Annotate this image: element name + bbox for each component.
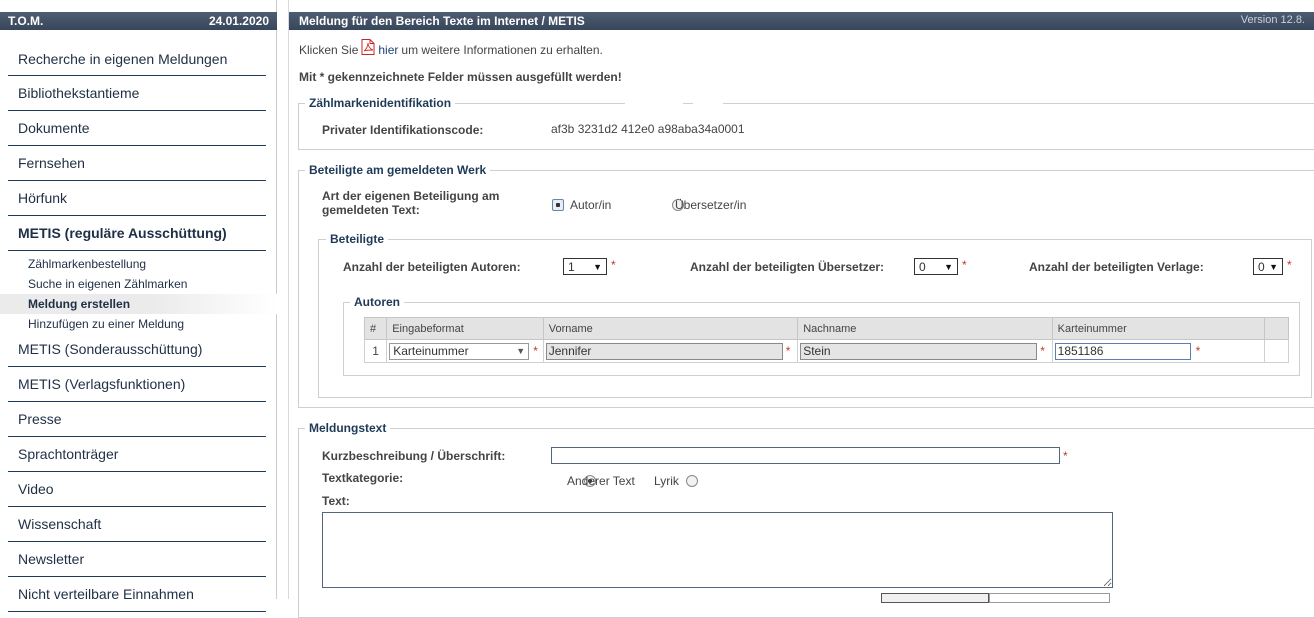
translators-count-select[interactable]: 0 ▼ bbox=[914, 258, 958, 275]
beteiligte-legend: Beteiligte bbox=[326, 232, 389, 246]
authors-legend: Autoren bbox=[350, 295, 404, 309]
info-line: Klicken Sie hier um weitere Informatione… bbox=[299, 39, 603, 58]
nav-item-newsletter[interactable]: Newsletter bbox=[8, 542, 266, 577]
required-note: Mit * gekennzeichnete Felder müssen ausg… bbox=[299, 70, 622, 84]
nav-item-nicht-verteilbar[interactable]: Nicht verteilbare Einnahmen bbox=[8, 577, 266, 612]
page-title: Meldung für den Bereich Texte im Interne… bbox=[299, 14, 585, 28]
info-link[interactable]: hier bbox=[378, 43, 398, 57]
required-mark: * bbox=[533, 344, 538, 358]
column-header-number: # bbox=[363, 317, 388, 340]
required-mark: * bbox=[1040, 344, 1045, 358]
publishers-count-label: Anzahl der beteiligten Verlage: bbox=[1029, 260, 1204, 274]
last-name-cell: Stein * bbox=[797, 339, 1053, 363]
nav-item-presse[interactable]: Presse bbox=[8, 402, 266, 437]
required-mark: * bbox=[1063, 449, 1068, 463]
nav-item-sprachtontraeger[interactable]: Sprachtonträger bbox=[8, 437, 266, 472]
format-select[interactable]: Karteinummer ▼ bbox=[389, 342, 530, 360]
nav-item-metis-verlag[interactable]: METIS (Verlagsfunktionen) bbox=[8, 367, 266, 402]
format-cell: Karteinummer ▼ * bbox=[386, 339, 544, 363]
sub-item-suche-zaehlmarken[interactable]: Suche in eigenen Zählmarken bbox=[0, 274, 277, 294]
metis-sub-navigation: Zählmarkenbestellung Suche in eigenen Zä… bbox=[0, 251, 277, 338]
identification-label: Privater Identifikationscode: bbox=[322, 123, 484, 137]
chevron-down-icon: ▼ bbox=[1269, 261, 1278, 272]
column-header-vorname: Vorname bbox=[542, 317, 799, 340]
file-name-field[interactable] bbox=[989, 593, 1110, 603]
identification-code: af3b 3231d2 412e0 a98aba34a0001 bbox=[551, 122, 745, 136]
text-category-label: Textkategorie: bbox=[322, 471, 404, 485]
chevron-down-icon: ▼ bbox=[944, 261, 953, 272]
file-number-input[interactable]: 1851186 bbox=[1054, 342, 1191, 360]
empty-cell bbox=[1263, 339, 1290, 363]
participation-question: Art der eigenen Beteiligung am gemeldete… bbox=[322, 189, 500, 217]
radio-uebersetzer-label: Übersetzer/in bbox=[675, 198, 747, 212]
nav-item-bibliothekstantieme[interactable]: Bibliothekstantieme bbox=[8, 76, 266, 111]
nav-item-dokumente[interactable]: Dokumente bbox=[8, 111, 266, 146]
table-row: 1 Karteinummer ▼ * Jennifer * Stein * 18… bbox=[363, 339, 1290, 363]
required-mark: * bbox=[962, 258, 967, 272]
participants-legend: Beteiligte am gemeldeten Werk bbox=[305, 163, 491, 177]
nav-item-metis-sonder[interactable]: METIS (Sonderausschüttung) bbox=[8, 332, 266, 367]
authors-count-select[interactable]: 1 ▼ bbox=[563, 258, 607, 275]
current-date: 24.01.2020 bbox=[208, 14, 269, 28]
radio-autor-label: Autor/in bbox=[570, 198, 612, 212]
nav-item-wissenschaft[interactable]: Wissenschaft bbox=[8, 507, 266, 542]
version-label: Version 12.8. bbox=[1240, 14, 1305, 26]
required-mark: * bbox=[785, 344, 791, 358]
sub-item-meldung-erstellen[interactable]: Meldung erstellen bbox=[0, 294, 277, 314]
nav-item-metis-regulaer[interactable]: METIS (reguläre Ausschüttung) bbox=[8, 216, 266, 251]
file-button[interactable] bbox=[881, 593, 989, 603]
column-header-eingabeformat: Eingabeformat bbox=[386, 317, 544, 340]
chevron-down-icon: ▼ bbox=[593, 261, 602, 272]
text-label: Text: bbox=[322, 494, 350, 508]
pdf-icon[interactable] bbox=[361, 39, 375, 55]
info-prefix: Klicken Sie bbox=[299, 43, 359, 57]
sub-item-hinzufuegen-meldung[interactable]: Hinzufügen zu einer Meldung bbox=[0, 314, 277, 334]
first-name-cell: Jennifer * bbox=[542, 339, 799, 363]
identification-legend: Zählmarkenidentifikation bbox=[305, 96, 456, 110]
sub-item-zaehlmarkenbestellung[interactable]: Zählmarkenbestellung bbox=[0, 254, 277, 274]
chevron-down-icon: ▼ bbox=[516, 346, 526, 356]
column-header-nachname: Nachname bbox=[797, 317, 1053, 340]
row-number: 1 bbox=[363, 339, 388, 363]
last-name-input[interactable]: Stein bbox=[800, 342, 1038, 360]
main-content: Meldung für den Bereich Texte im Interne… bbox=[288, 0, 1314, 618]
radio-anderer-text-label: Anderer Text bbox=[567, 474, 635, 488]
column-header-karteinummer: Karteinummer bbox=[1051, 317, 1265, 340]
radio-autor[interactable] bbox=[552, 198, 564, 211]
sidebar: T.O.M. 24.01.2020 Recherche in eigenen M… bbox=[0, 0, 277, 612]
authors-table: # Eingabeformat Vorname Nachname Kartein… bbox=[363, 317, 1290, 363]
radio-lyrik-label: Lyrik bbox=[654, 474, 679, 488]
redaction-mask bbox=[693, 92, 723, 106]
translators-count-label: Anzahl der beteiligten Übersetzer: bbox=[690, 260, 885, 274]
publishers-count-select[interactable]: 0 ▼ bbox=[1253, 258, 1283, 275]
file-number-cell: 1851186 * bbox=[1051, 339, 1265, 363]
page-header: Meldung für den Bereich Texte im Interne… bbox=[289, 12, 1314, 30]
short-description-input[interactable] bbox=[551, 447, 1060, 464]
required-mark: * bbox=[1195, 344, 1201, 358]
short-description-label: Kurzbeschreibung / Überschrift: bbox=[322, 449, 506, 463]
nav-item-fernsehen[interactable]: Fernsehen bbox=[8, 146, 266, 181]
column-header-empty bbox=[1263, 317, 1290, 340]
nav-item-recherche[interactable]: Recherche in eigenen Meldungen bbox=[8, 43, 266, 76]
text-area[interactable] bbox=[322, 512, 1113, 588]
app-name: T.O.M. bbox=[8, 14, 44, 28]
redaction-mask bbox=[625, 92, 683, 106]
main-navigation: Recherche in eigenen Meldungen Bibliothe… bbox=[0, 43, 277, 612]
required-mark: * bbox=[611, 258, 616, 272]
first-name-input[interactable]: Jennifer bbox=[545, 342, 783, 360]
authors-count-label: Anzahl der beteiligten Autoren: bbox=[343, 260, 521, 274]
message-legend: Meldungstext bbox=[305, 421, 391, 435]
nav-item-hoerfunk[interactable]: Hörfunk bbox=[8, 181, 266, 216]
sidebar-header: T.O.M. 24.01.2020 bbox=[0, 12, 277, 30]
nav-item-video[interactable]: Video bbox=[8, 472, 266, 507]
info-suffix: um weitere Informationen zu erhalten. bbox=[401, 43, 603, 57]
required-mark: * bbox=[1287, 258, 1292, 272]
